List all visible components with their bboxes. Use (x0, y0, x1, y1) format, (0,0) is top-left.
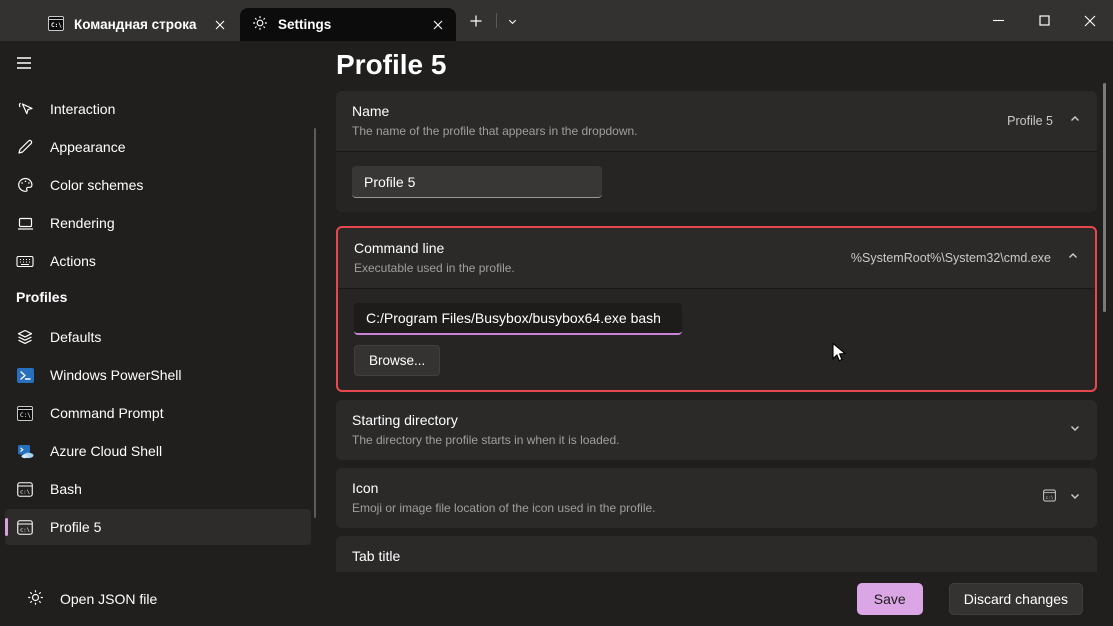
open-json-file-label: Open JSON file (60, 591, 157, 607)
sidebar-item-windows-powershell[interactable]: Windows PowerShell (5, 357, 311, 393)
tab-button-divider (496, 13, 497, 28)
windows-terminal-window: C:\ Командная строка Settings (0, 0, 1113, 626)
command-prompt-icon: C:\ (16, 406, 34, 421)
actions-icon (16, 255, 34, 268)
starting-directory-setting-card: Starting directory The directory the pro… (336, 400, 1097, 460)
hamburger-menu-button[interactable] (14, 53, 50, 77)
sidebar-scrollbar[interactable] (314, 128, 316, 518)
plus-icon (470, 14, 482, 32)
setting-description: The directory the profile starts in when… (352, 433, 619, 448)
chevron-down-icon (507, 14, 518, 32)
profiles-section-header: Profiles (16, 289, 300, 305)
save-button[interactable]: Save (857, 583, 923, 615)
sidebar-item-label: Bash (50, 481, 82, 497)
azure-cloud-shell-icon (16, 444, 34, 459)
name-input[interactable] (352, 166, 602, 198)
sidebar-item-label: Actions (50, 253, 96, 269)
page-title: Profile 5 (336, 50, 1097, 80)
setting-description: Emoji or image file location of the icon… (352, 501, 656, 516)
sidebar-item-label: Windows PowerShell (50, 367, 182, 383)
gear-icon (27, 589, 44, 609)
setting-title: Starting directory (352, 412, 619, 429)
layers-icon (16, 329, 34, 345)
svg-text:c:\: c:\ (20, 489, 30, 495)
discard-changes-button[interactable]: Discard changes (949, 583, 1083, 615)
sidebar-item-defaults[interactable]: Defaults (5, 319, 311, 355)
appearance-icon (16, 139, 34, 155)
svg-text:C:\: C:\ (20, 412, 31, 419)
main-scrollbar[interactable] (1103, 83, 1106, 312)
setting-description: Executable used in the profile. (354, 261, 515, 276)
sidebar-item-label: Rendering (50, 215, 115, 231)
profile-icon-preview: c:\ (1043, 489, 1056, 507)
gear-icon (252, 15, 268, 34)
close-window-button[interactable] (1067, 0, 1113, 41)
svg-text:c:\: c:\ (1045, 495, 1053, 501)
chevron-up-icon[interactable] (1069, 112, 1081, 130)
sidebar-item-label: Command Prompt (50, 405, 164, 421)
browse-button[interactable]: Browse... (354, 345, 440, 376)
sidebar-item-label: Interaction (50, 101, 115, 117)
color-schemes-icon (16, 177, 34, 193)
svg-text:c:\: c:\ (20, 527, 30, 533)
chevron-down-icon[interactable] (1069, 489, 1081, 507)
sidebar-item-interaction[interactable]: Interaction (5, 91, 311, 127)
maximize-button[interactable] (1021, 0, 1067, 41)
cmd-icon: C:\ (48, 16, 64, 34)
chevron-up-icon[interactable] (1067, 249, 1079, 267)
sidebar-item-label: Profile 5 (50, 519, 101, 535)
sidebar-item-appearance[interactable]: Appearance (5, 129, 311, 165)
setting-title: Name (352, 103, 638, 120)
close-tab-icon[interactable] (208, 13, 232, 37)
tab-label: Командная строка (74, 17, 198, 32)
tab-command-prompt[interactable]: C:\ Командная строка (36, 8, 238, 41)
tab-dropdown-button[interactable] (499, 11, 525, 35)
sidebar-item-color-schemes[interactable]: Color schemes (5, 167, 311, 203)
interaction-icon (16, 101, 34, 118)
command-line-input[interactable] (354, 303, 682, 335)
setting-title: Icon (352, 480, 656, 497)
setting-title: Command line (354, 240, 515, 257)
window-controls (975, 0, 1113, 41)
setting-current-value: %SystemRoot%\System32\cmd.exe (851, 251, 1051, 265)
settings-main-panel: Profile 5 Name The name of the profile t… (316, 41, 1113, 626)
tab-settings[interactable]: Settings (240, 8, 456, 41)
sidebar-item-bash[interactable]: c:\ Bash (5, 471, 311, 507)
icon-setting-card: Icon Emoji or image file location of the… (336, 468, 1097, 528)
sidebar-item-profile-5[interactable]: c:\ Profile 5 (5, 509, 311, 545)
command-line-setting-card: Command line Executable used in the prof… (336, 226, 1097, 392)
powershell-icon (16, 368, 34, 383)
sidebar-item-label: Azure Cloud Shell (50, 443, 162, 459)
settings-sidebar: Interaction Appearance Color schemes Ren… (0, 41, 316, 626)
sidebar-item-label: Defaults (50, 329, 101, 345)
starting-directory-expander-header[interactable]: Starting directory The directory the pro… (336, 400, 1097, 460)
sidebar-item-label: Appearance (50, 139, 126, 155)
terminal-icon: c:\ (16, 482, 34, 497)
sidebar-item-actions[interactable]: Actions (5, 243, 311, 279)
name-setting-card: Name The name of the profile that appear… (336, 91, 1097, 212)
icon-expander-header[interactable]: Icon Emoji or image file location of the… (336, 468, 1097, 528)
sidebar-item-command-prompt[interactable]: C:\ Command Prompt (5, 395, 311, 431)
settings-footer: Open JSON file Save Discard changes (0, 572, 1113, 626)
sidebar-item-rendering[interactable]: Rendering (5, 205, 311, 241)
hamburger-icon (16, 56, 32, 75)
chevron-down-icon[interactable] (1069, 421, 1081, 439)
rendering-icon (16, 216, 34, 231)
open-json-file-button[interactable]: Open JSON file (16, 589, 841, 609)
new-tab-button[interactable] (462, 10, 490, 36)
setting-description: The name of the profile that appears in … (352, 124, 638, 139)
tab-label: Settings (278, 17, 416, 32)
setting-title: Tab title (352, 548, 400, 565)
setting-current-value: Profile 5 (1007, 114, 1053, 128)
titlebar[interactable]: C:\ Командная строка Settings (0, 0, 1113, 41)
terminal-icon: c:\ (16, 520, 34, 535)
minimize-button[interactable] (975, 0, 1021, 41)
close-tab-icon[interactable] (426, 13, 450, 37)
sidebar-item-azure-cloud-shell[interactable]: Azure Cloud Shell (5, 433, 311, 469)
svg-text:C:\: C:\ (51, 22, 62, 29)
command-line-expander-header[interactable]: Command line Executable used in the prof… (338, 228, 1095, 288)
name-expander-header[interactable]: Name The name of the profile that appear… (336, 91, 1097, 151)
sidebar-item-label: Color schemes (50, 177, 143, 193)
